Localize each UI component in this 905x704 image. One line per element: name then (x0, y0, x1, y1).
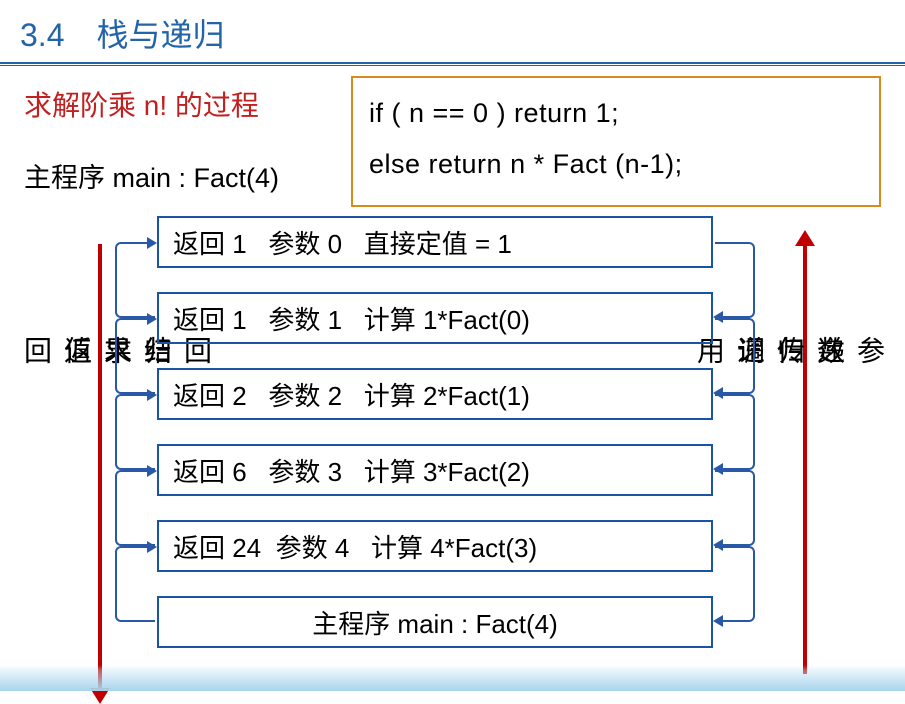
return-value: 返回 1 (173, 224, 247, 261)
calculation: 计算 1*Fact(0) (364, 300, 530, 337)
main-call: 主程序 main : Fact(4) (312, 604, 558, 641)
main-program-label: 主程序 main : Fact(4) (24, 156, 279, 195)
stack-row: 返回 24 参数 4 计算 4*Fact(3) (157, 520, 713, 572)
return-value: 返回 2 (173, 376, 247, 413)
stack-row: 返回 6 参数 3 计算 3*Fact(2) (157, 444, 713, 496)
code-line: else return n * Fact (n-1); (369, 139, 863, 190)
stack-row: 返回 2 参数 2 计算 2*Fact(1) (157, 368, 713, 420)
footer-decoration (0, 665, 905, 691)
connector-left (115, 546, 155, 622)
parameter: 参数 3 (268, 452, 342, 489)
connector-right (715, 394, 755, 470)
parameter: 参数 2 (268, 376, 342, 413)
calculation: 计算 2*Fact(1) (364, 376, 530, 413)
stack-row: 返回 1 参数 0 直接定值 = 1 (157, 216, 713, 268)
parameter: 参数 4 (276, 528, 350, 565)
stack-row-main: 主程序 main : Fact(4) (157, 596, 713, 648)
subtitle: 求解阶乘 n! 的过程 (24, 84, 259, 124)
connector-left (115, 470, 155, 546)
calculation: 计算 3*Fact(2) (364, 452, 530, 489)
arrow-result-return (98, 244, 102, 690)
parameter: 参数 0 (268, 224, 342, 261)
calculation: 直接定值 = 1 (364, 224, 512, 261)
code-box: if ( n == 0 ) return 1; else return n * … (351, 76, 881, 207)
arrow-param-pass (803, 244, 807, 674)
connector-right (715, 242, 755, 318)
return-value: 返回 1 (173, 300, 247, 337)
connector-left (115, 318, 155, 394)
connector-right (715, 546, 755, 622)
stack-diagram: 返回 1 参数 0 直接定值 = 1 返回 1 参数 1 计算 1*Fact(0… (157, 216, 713, 672)
return-value: 返回 24 (173, 528, 261, 565)
section-header: 3.4 栈与递归 (0, 0, 905, 62)
connector-right (715, 470, 755, 546)
section-number: 3.4 (20, 17, 64, 53)
connector-left (115, 394, 155, 470)
section-title: 栈与递归 (97, 17, 225, 53)
code-line: if ( n == 0 ) return 1; (369, 88, 863, 139)
connector-right (715, 318, 755, 394)
connector-left (115, 242, 155, 318)
stack-row: 返回 1 参数 1 计算 1*Fact(0) (157, 292, 713, 344)
calculation: 计算 4*Fact(3) (371, 528, 537, 565)
return-value: 返回 6 (173, 452, 247, 489)
parameter: 参数 1 (268, 300, 342, 337)
